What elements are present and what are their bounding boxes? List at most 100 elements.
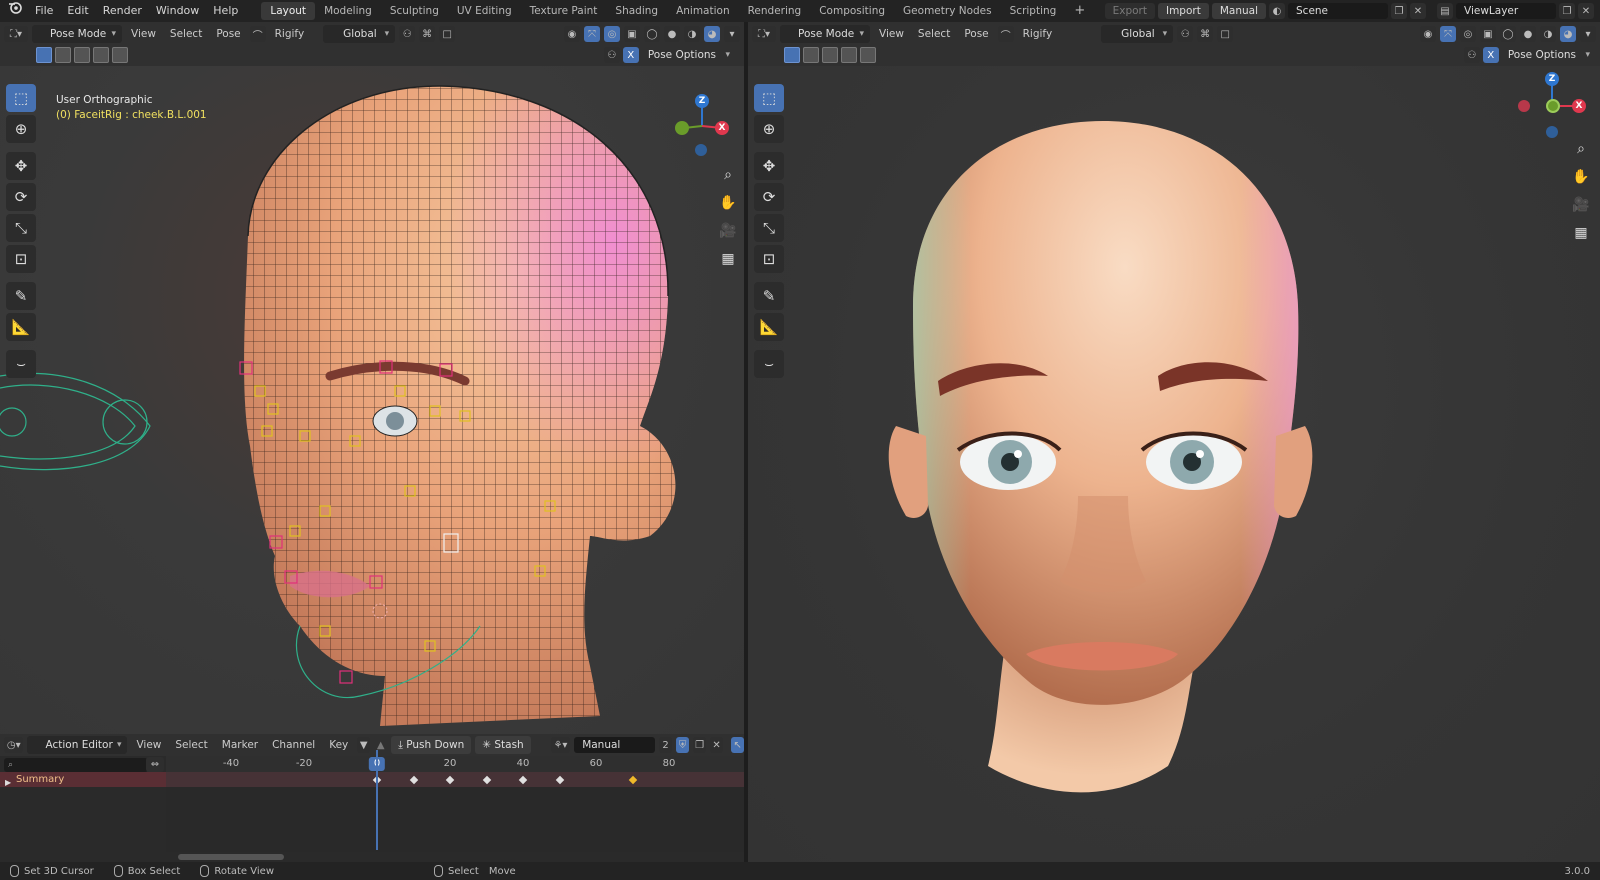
gizmo-icon[interactable]: ⤧ xyxy=(1440,26,1456,42)
cursor-tool[interactable]: ⊕ xyxy=(754,115,784,143)
pose-breakdown-tool[interactable]: ⌣ xyxy=(6,350,36,378)
menu-render[interactable]: Render xyxy=(96,0,149,22)
tab-animation[interactable]: Animation xyxy=(667,2,739,20)
menu-help[interactable]: Help xyxy=(206,0,245,22)
copy-view-layer-icon[interactable]: ❐ xyxy=(1559,3,1575,19)
scale-tool[interactable]: ⤡ xyxy=(6,214,36,242)
cursor-tool[interactable]: ⊕ xyxy=(6,115,36,143)
solid-shading-icon[interactable]: ● xyxy=(664,26,680,42)
pose-pivot-icon[interactable]: ⌒ xyxy=(249,26,266,42)
keyframe-marker[interactable] xyxy=(482,775,491,785)
menu-marker[interactable]: Marker xyxy=(217,736,263,754)
neg-z-axis-icon[interactable] xyxy=(695,144,707,156)
rotate-tool[interactable]: ⟳ xyxy=(6,183,36,211)
keyframe-marker[interactable] xyxy=(409,775,418,785)
pan-hand-icon[interactable]: ✋ xyxy=(717,192,739,214)
menu-view[interactable]: View xyxy=(874,25,909,43)
x-mirror-toggle[interactable]: X xyxy=(622,47,639,63)
select-new-icon[interactable] xyxy=(784,47,800,63)
action-users-count[interactable]: 2 xyxy=(659,737,673,753)
scene-field[interactable]: Scene xyxy=(1288,3,1388,19)
pose-options-dropdown[interactable]: Pose Options xyxy=(1501,46,1596,64)
visibility-icon[interactable]: ◉ xyxy=(564,26,580,42)
pose-breakdown-tool[interactable]: ⌣ xyxy=(754,350,784,378)
move-tool[interactable]: ✥ xyxy=(6,152,36,180)
orientation-dropdown[interactable]: Global xyxy=(1101,25,1174,43)
select-invert-icon[interactable] xyxy=(93,47,109,63)
mode-dropdown[interactable]: Pose Mode xyxy=(32,25,122,43)
copy-scene-icon[interactable]: ❐ xyxy=(1391,3,1407,19)
summary-track[interactable] xyxy=(166,772,744,787)
rigify-menu[interactable]: Rigify xyxy=(1018,25,1058,43)
orientation-dropdown[interactable]: Global xyxy=(323,25,396,43)
camera-icon[interactable]: 🎥 xyxy=(1570,194,1592,216)
manual-button[interactable]: Manual xyxy=(1211,3,1266,19)
menu-view[interactable]: View xyxy=(131,736,166,754)
stash-button[interactable]: ✳ Stash xyxy=(475,736,531,754)
select-subtract-icon[interactable] xyxy=(822,47,838,63)
rigify-menu[interactable]: Rigify xyxy=(270,25,310,43)
menu-pose[interactable]: Pose xyxy=(959,25,993,43)
tab-layout[interactable]: Layout xyxy=(261,2,316,20)
select-extend-icon[interactable] xyxy=(55,47,71,63)
menu-select[interactable]: Select xyxy=(913,25,955,43)
wireframe-shading-icon[interactable]: ◯ xyxy=(1500,26,1516,42)
import-button[interactable]: Import xyxy=(1157,3,1209,19)
swap-icon[interactable]: ⇔ xyxy=(146,757,164,772)
pan-hand-icon[interactable]: ✋ xyxy=(1570,166,1592,188)
solid-shading-icon[interactable]: ● xyxy=(1520,26,1536,42)
frame-ruler[interactable]: -40 -20 20 40 60 80 0 xyxy=(166,756,744,772)
export-button[interactable]: Export xyxy=(1104,3,1155,19)
menu-channel[interactable]: Channel xyxy=(267,736,320,754)
menu-window[interactable]: Window xyxy=(149,0,206,22)
xray-icon[interactable]: ▣ xyxy=(624,26,640,42)
grid-view-icon[interactable]: ▦ xyxy=(717,248,739,270)
unlink-action-icon[interactable]: ✕ xyxy=(710,737,724,753)
tab-texture-paint[interactable]: Texture Paint xyxy=(521,2,607,20)
tab-compositing[interactable]: Compositing xyxy=(810,2,894,20)
select-box-tool[interactable]: ⬚ xyxy=(6,84,36,112)
camera-icon[interactable]: 🎥 xyxy=(717,220,739,242)
neg-x-axis-icon[interactable] xyxy=(1518,100,1530,112)
action-browse-icon[interactable]: ⚘▾ xyxy=(550,737,571,753)
transform-tool[interactable]: ⊡ xyxy=(6,245,36,273)
menu-view[interactable]: View xyxy=(126,25,161,43)
tab-rendering[interactable]: Rendering xyxy=(739,2,811,20)
tab-geometry-nodes[interactable]: Geometry Nodes xyxy=(894,2,1001,20)
keyframe-marker[interactable] xyxy=(445,775,455,785)
add-workspace-button[interactable]: + xyxy=(1065,2,1094,20)
annotate-tool[interactable]: ✎ xyxy=(754,282,784,310)
select-box-tool[interactable]: ⬚ xyxy=(754,84,784,112)
close-scene-icon[interactable]: ✕ xyxy=(1410,3,1426,19)
overlays-icon[interactable]: ◎ xyxy=(604,26,620,42)
x-mirror-toggle[interactable]: X xyxy=(1482,47,1499,63)
new-action-icon[interactable]: ❐ xyxy=(693,737,707,753)
horizontal-scrollbar[interactable] xyxy=(178,854,284,860)
tab-scripting[interactable]: Scripting xyxy=(1001,2,1066,20)
xray-icon[interactable]: ▣ xyxy=(1480,26,1496,42)
keyframe-type-icon[interactable]: ▼ xyxy=(357,737,371,753)
x-axis-icon[interactable]: X xyxy=(1572,99,1586,113)
channel-search-input[interactable]: ⌕ xyxy=(4,758,148,772)
action-mode-dropdown[interactable]: Action Editor xyxy=(27,736,128,754)
measure-tool[interactable]: 📐 xyxy=(6,313,36,341)
keyframe-grid[interactable] xyxy=(166,787,744,852)
x-axis-icon[interactable]: X xyxy=(715,121,729,135)
select-intersect-icon[interactable] xyxy=(860,47,876,63)
menu-select[interactable]: Select xyxy=(170,736,212,754)
editor-type-icon[interactable]: ◷▾ xyxy=(4,737,24,753)
material-shading-icon[interactable]: ◑ xyxy=(1540,26,1556,42)
menu-select[interactable]: Select xyxy=(165,25,207,43)
rendered-shading-icon[interactable]: ◕ xyxy=(1560,26,1576,42)
tab-modeling[interactable]: Modeling xyxy=(315,2,381,20)
wireframe-shading-icon[interactable]: ◯ xyxy=(644,26,660,42)
pivot-point-icon[interactable]: ⚇ xyxy=(399,26,416,42)
select-intersect-icon[interactable] xyxy=(112,47,128,63)
move-tool[interactable]: ✥ xyxy=(754,152,784,180)
blender-logo-icon[interactable] xyxy=(0,0,28,22)
only-selected-icon[interactable]: ↖ xyxy=(731,737,744,753)
z-axis-icon[interactable]: Z xyxy=(1545,72,1559,86)
annotate-tool[interactable]: ✎ xyxy=(6,282,36,310)
menu-pose[interactable]: Pose xyxy=(211,25,245,43)
tab-uv-editing[interactable]: UV Editing xyxy=(448,2,521,20)
